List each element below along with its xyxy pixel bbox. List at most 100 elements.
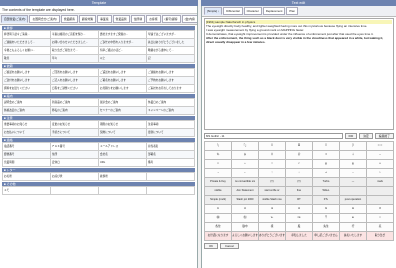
template-cell[interactable]: 電話番号 (3, 143, 51, 151)
symbol-key[interactable]: ≠ (286, 160, 313, 169)
symbol-key[interactable]: Private & Key (205, 178, 232, 187)
symbol-key[interactable]: ＃ (259, 151, 286, 160)
symbol-key[interactable]: 〒 (313, 214, 340, 223)
symbol-key[interactable]: Turbo (313, 178, 340, 187)
template-cell[interactable]: お詫び状 (51, 173, 99, 181)
symbol-key[interactable]: 「」 (205, 142, 232, 151)
symbol-key[interactable] (340, 187, 367, 196)
symbol-key[interactable]: (!!) (259, 178, 286, 187)
symbol-key[interactable]: no convertible sm (232, 178, 259, 187)
symbol-key[interactable]: ⑥ (340, 205, 367, 214)
template-cell[interactable]: 先日はありがとうございました (147, 39, 195, 47)
symbol-key[interactable]: ありがとうございます (259, 232, 286, 241)
symbol-key[interactable]: ↑ (259, 169, 286, 178)
template-cell[interactable]: 休業日のご案内 (147, 99, 195, 107)
template-cell[interactable]: 住所 (51, 151, 99, 159)
symbol-key[interactable]: － (367, 151, 394, 160)
template-cell[interactable]: お礼状 (3, 173, 51, 181)
template-tab[interactable]: (番号)顧客 (161, 15, 181, 23)
symbol-key[interactable]: --- (340, 178, 367, 187)
template-cell[interactable]: 敬具 (3, 55, 51, 63)
symbol-key[interactable]: → (205, 169, 232, 178)
template-cell[interactable]: 変更のお知らせ (51, 121, 99, 129)
symbol-key[interactable]: ※ (340, 214, 367, 223)
symbol-key[interactable]: ∞ (367, 160, 394, 169)
template-cell[interactable]: 重要事項のお知らせ (3, 121, 51, 129)
symbol-key[interactable]: ∴ (367, 169, 394, 178)
symbol-key[interactable]: post operation (340, 196, 367, 205)
template-cell[interactable]: メールアドレス (99, 143, 147, 151)
template-tab[interactable]: 営業品質 (112, 15, 130, 23)
template-cell[interactable]: 記 (147, 55, 195, 63)
template-cell[interactable] (147, 187, 195, 195)
symbol-key[interactable]: ％ (205, 151, 232, 160)
symbol-key[interactable]: visible (205, 187, 232, 196)
symbol-key[interactable]: ① (205, 205, 232, 214)
template-cell[interactable]: ご確認をお願いします (3, 69, 51, 77)
template-cell[interactable]: ご来社をお待ちしております (147, 85, 195, 93)
template-cell[interactable]: 拝啓時下益々ご清栄... (3, 31, 51, 39)
symbol-key[interactable]: mark (367, 178, 394, 187)
template-cell[interactable] (99, 187, 147, 195)
template-cell[interactable]: 価格改定のご案内 (3, 107, 51, 115)
template-cell[interactable]: ご多忙の中恐れ入りますが... (99, 39, 147, 47)
cancel-button[interactable]: Cancel (220, 243, 239, 249)
symbol-key[interactable]: 失礼いたします (340, 232, 367, 241)
symbol-key[interactable]: ＋ (340, 151, 367, 160)
template-cell[interactable]: ご予約をお願いします (147, 77, 195, 85)
symbol-key[interactable]: ＝ (259, 160, 286, 169)
template-cell[interactable]: 草々 (51, 55, 99, 63)
symbol-key[interactable]: 殿 (286, 223, 313, 232)
template-tab[interactable]: 顧客対策 (78, 15, 97, 23)
template-cell[interactable]: 注意事項 (147, 121, 195, 129)
edit-tab[interactable]: [Simple] ↓ (204, 7, 223, 15)
edit-tab[interactable]: Character (243, 7, 262, 15)
symbol-key[interactable]: 行 (340, 223, 367, 232)
edit-tab[interactable]: Replacement (262, 7, 286, 15)
template-cell[interactable]: 何卒ご検討のほど... (99, 47, 147, 55)
template-cell[interactable]: お問い合わせいただきました... (51, 39, 99, 47)
symbol-key[interactable]: (!!) (286, 178, 313, 187)
template-cell[interactable]: 新商品のご案内 (51, 99, 99, 107)
template-cell[interactable]: 今後ともよろしくお願い... (3, 47, 51, 55)
symbol-key[interactable]: ＆ (232, 151, 259, 160)
symbol-key[interactable]: 〃 (367, 214, 394, 223)
symbol-key[interactable]: ⇒ (313, 169, 340, 178)
template-tab[interactable]: (会)内容 (181, 15, 197, 23)
template-cell[interactable]: 資料をお送りください (3, 85, 51, 93)
symbol-key[interactable]: よろしくお願いします (232, 232, 259, 241)
template-cell[interactable]: 部署名 (147, 151, 195, 159)
template-cell[interactable]: 会社名 (99, 151, 147, 159)
template-cell[interactable]: お支払いについて (3, 129, 51, 137)
template-tab[interactable]: 営業顧客 (60, 15, 78, 23)
template-cell[interactable]: 移転のご案内 (51, 107, 99, 115)
edit-tab[interactable]: Differential (223, 7, 243, 15)
template-cell[interactable]: キャンペーンのご案内 (147, 107, 195, 115)
template-cell[interactable]: 契約について (99, 129, 147, 137)
template-cell[interactable]: メモ (3, 187, 51, 195)
decide-button[interactable]: 決定 (359, 133, 373, 139)
symbol-key[interactable]: Slash pic 2000 (232, 196, 259, 205)
template-cell[interactable] (147, 173, 195, 181)
template-cell[interactable]: ご署名をお願いします (99, 77, 147, 85)
symbol-key[interactable]: ③ (259, 205, 286, 214)
template-cell[interactable]: ご連絡をいただきまして... (3, 39, 51, 47)
template-cell[interactable]: 以上 (99, 55, 147, 63)
symbol-key[interactable]: ℡ (259, 214, 286, 223)
symbol-key[interactable]: 〔〕 (313, 142, 340, 151)
template-cell[interactable]: 説明会のご案内 (3, 99, 51, 107)
symbol-key[interactable]: お世話になります (205, 232, 232, 241)
symbol-key[interactable]: P.S. (313, 196, 340, 205)
template-cell[interactable]: 早速ではございますが... (147, 31, 195, 39)
template-cell[interactable]: 手続きについて (51, 129, 99, 137)
template-cell[interactable]: 取り急ぎご報告まで... (51, 47, 99, 55)
template-cell[interactable]: お見積りをお願いします (99, 85, 147, 93)
template-cell[interactable]: ご返送をお願いします (99, 69, 147, 77)
template-cell[interactable]: ご送付をお願いします (3, 77, 51, 85)
template-cell[interactable]: 略儀ながら書中にて... (147, 47, 195, 55)
template-cell[interactable]: 展示会のご案内 (99, 99, 147, 107)
template-cell[interactable] (51, 187, 99, 195)
symbol-key[interactable] (367, 196, 394, 205)
template-tab[interactable]: 事業案 (97, 15, 112, 23)
font-field[interactable]: MS Gothic - 11 (204, 133, 343, 139)
